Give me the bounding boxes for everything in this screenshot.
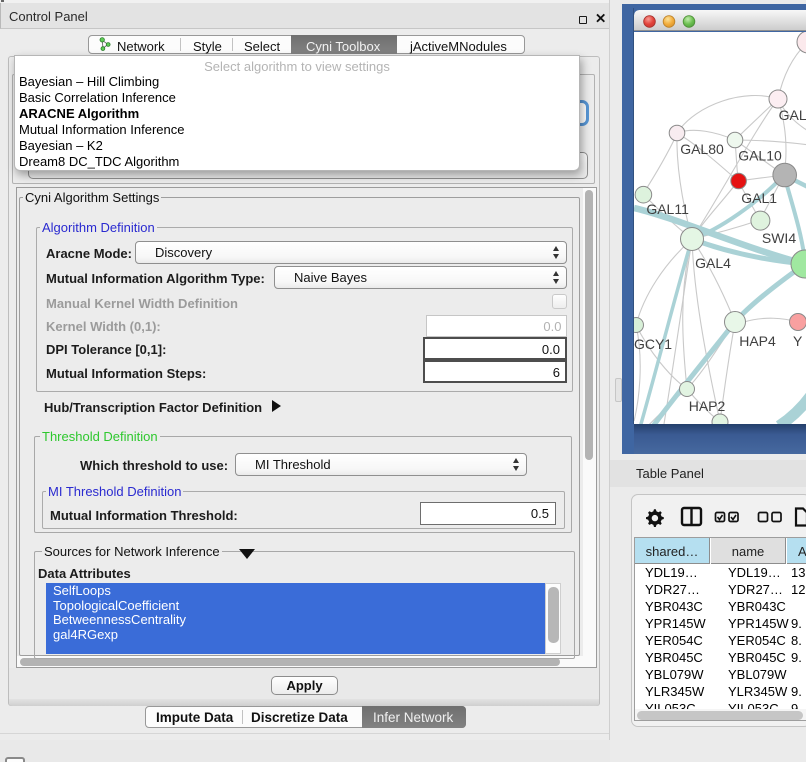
svg-text:GCY1: GCY1 [634, 336, 672, 352]
svg-text:SWI4: SWI4 [762, 230, 796, 246]
svg-text:GAL11: GAL11 [646, 201, 689, 217]
svg-text:Y: Y [793, 333, 803, 349]
svg-text:GAL4: GAL4 [695, 255, 731, 271]
svg-text:GAL7: GAL7 [779, 107, 806, 123]
svg-text:GAL80: GAL80 [680, 141, 724, 157]
svg-text:HAP4: HAP4 [739, 333, 776, 349]
svg-text:GAL1: GAL1 [741, 190, 777, 206]
svg-text:GAL10: GAL10 [738, 148, 782, 164]
svg-text:HAP2: HAP2 [689, 398, 726, 414]
